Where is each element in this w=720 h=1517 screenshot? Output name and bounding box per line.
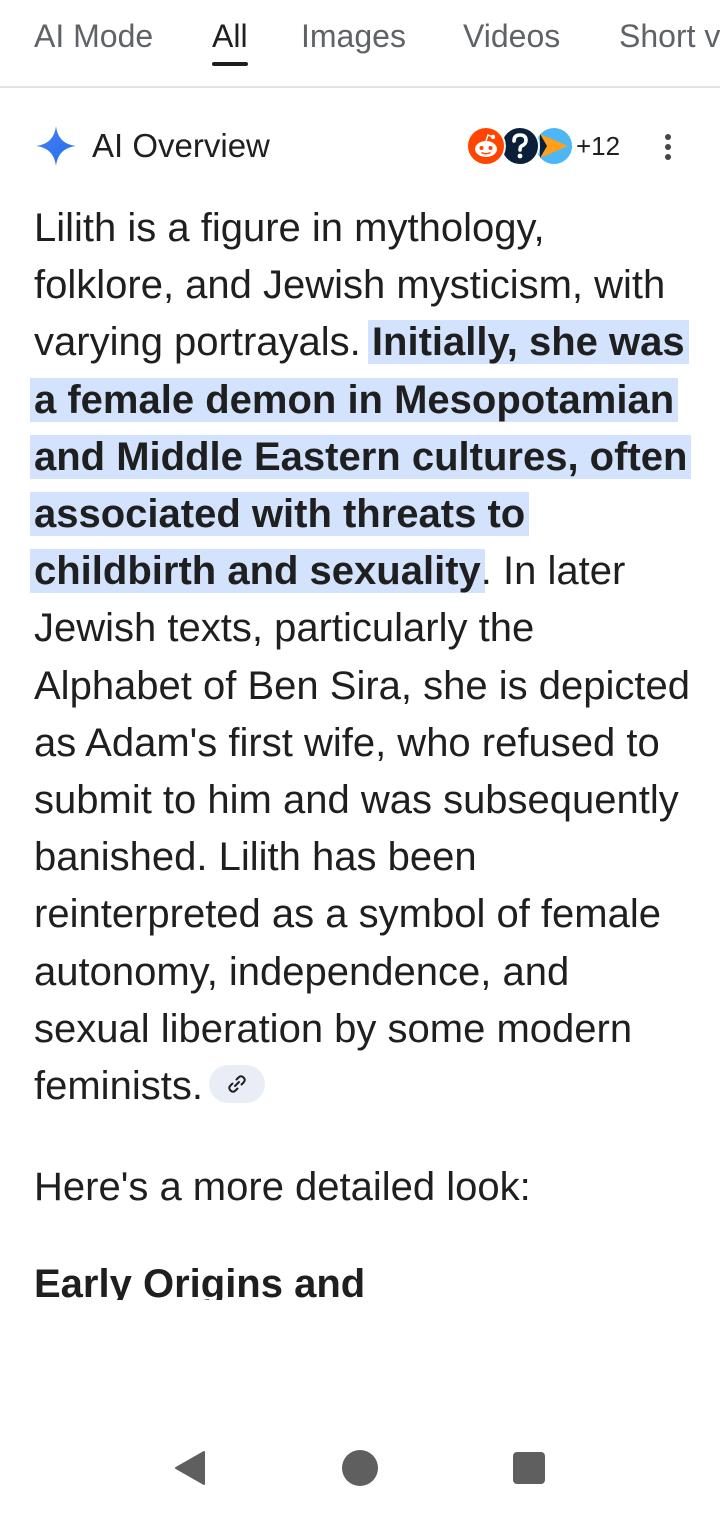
- ai-overview-title: AI Overview: [92, 127, 270, 164]
- sources-more-count: +12: [576, 131, 621, 161]
- sources-button[interactable]: +12: [466, 122, 636, 170]
- overview-paragraph: Lilith is a figure in mythology, folklor…: [30, 200, 692, 1115]
- source-link-chip[interactable]: [208, 1065, 265, 1104]
- sparkle-icon: [36, 126, 76, 166]
- reddit-icon: [466, 126, 506, 166]
- tab-short-videos[interactable]: Short v: [619, 16, 720, 66]
- home-icon[interactable]: [340, 1448, 380, 1488]
- system-nav-bar: [0, 1420, 720, 1517]
- play-arrow-icon: [534, 126, 574, 166]
- more-options-icon[interactable]: [654, 126, 682, 166]
- section-heading: Early Origins and: [34, 1262, 366, 1301]
- link-icon: [228, 1075, 246, 1094]
- ai-overview-content: Lilith is a figure in mythology, folklor…: [30, 200, 692, 1301]
- back-icon[interactable]: [170, 1448, 210, 1488]
- tab-videos[interactable]: Videos: [463, 16, 560, 66]
- detail-intro: Here's a more detailed look:: [34, 1165, 531, 1210]
- tab-all[interactable]: All: [212, 16, 248, 66]
- question-mark-icon: [500, 126, 540, 166]
- overview-rest-text: . In later Jewish texts, particularly th…: [34, 549, 690, 1109]
- ai-overview-header: AI Overview +12: [34, 118, 694, 174]
- search-tabs: AI Mode All Images Videos Short v: [0, 0, 720, 88]
- tab-images[interactable]: Images: [301, 16, 406, 66]
- tab-ai-mode[interactable]: AI Mode: [34, 16, 153, 66]
- recents-icon[interactable]: [509, 1448, 549, 1488]
